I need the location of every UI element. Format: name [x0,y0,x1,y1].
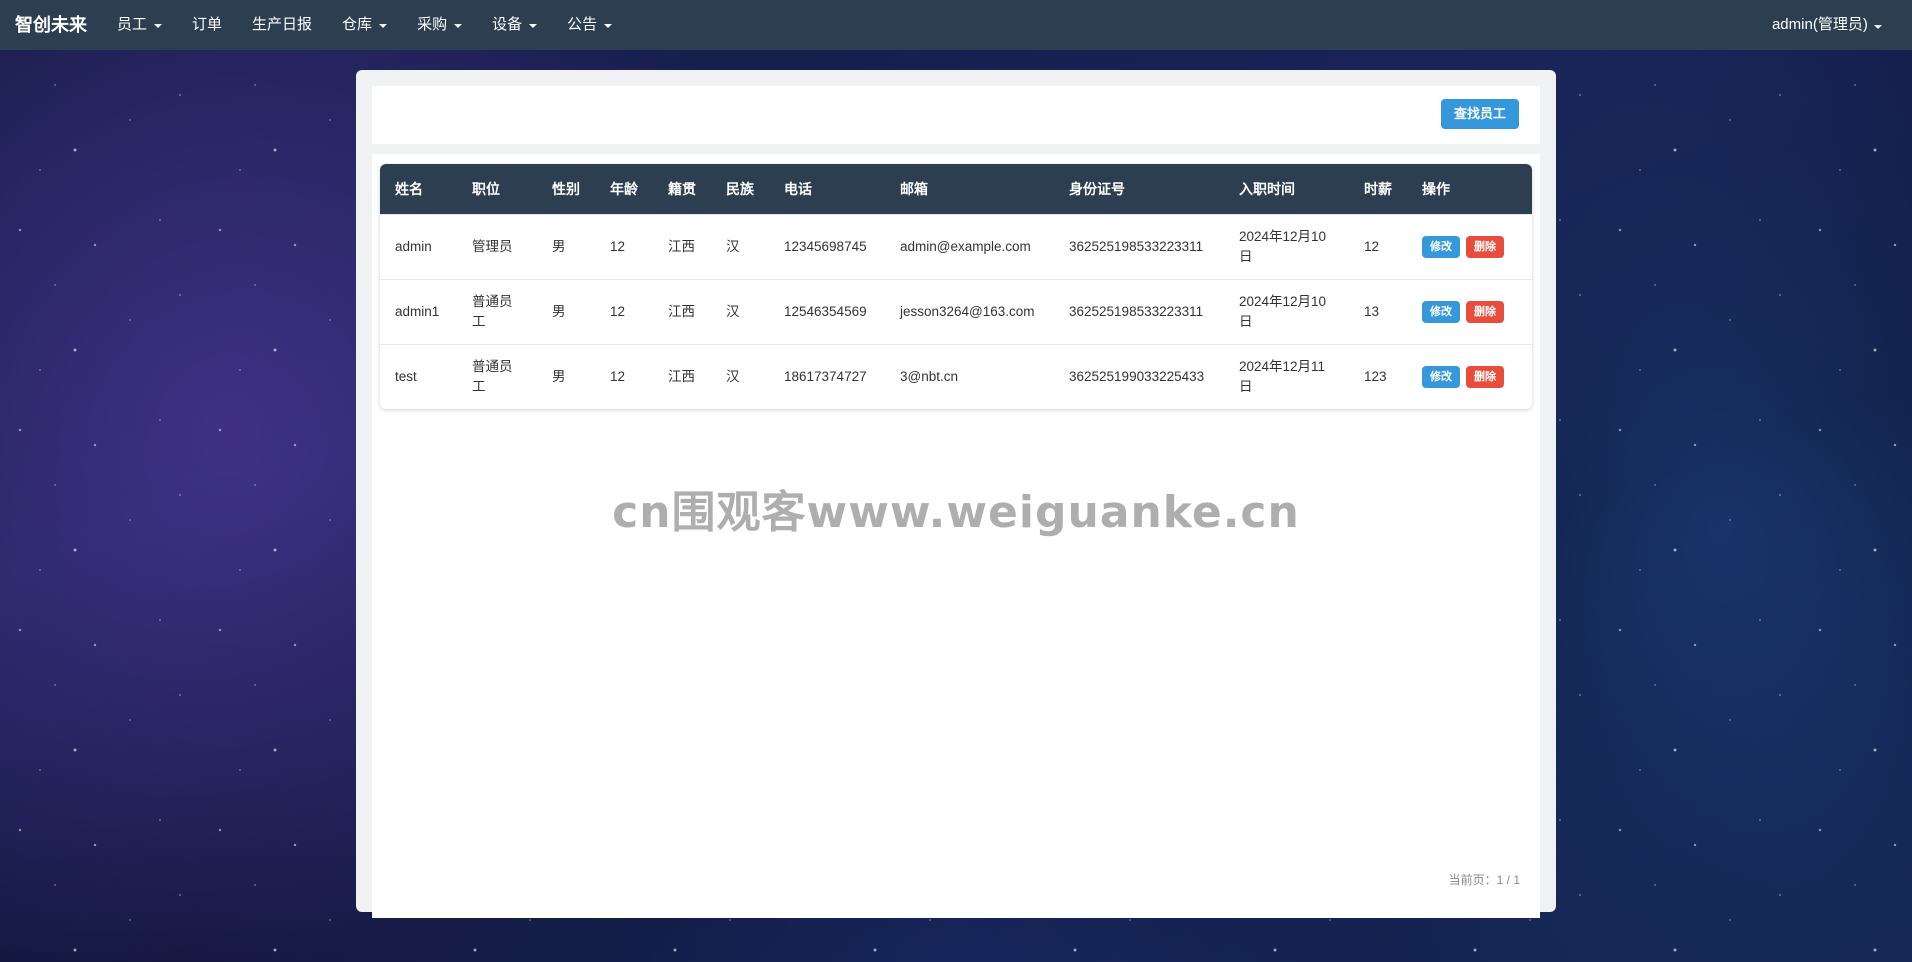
nav-item-label: 设备 [492,16,523,33]
nav-item-label: 订单 [192,16,223,33]
table-row: test 普通员工 男 12 江西 汉 18617374727 3@nbt.cn… [380,343,1532,409]
cell-name: admin1 [380,278,457,344]
cell-gender: 男 [537,343,595,409]
caret-down-icon [604,24,613,28]
header-email: 邮箱 [900,180,928,197]
nav-item-employees[interactable]: 员工 [102,0,177,50]
cell-ethnicity: 汉 [711,278,769,344]
cell-age: 12 [595,278,653,344]
cell-phone: 18617374727 [769,343,885,409]
cell-id-number: 362525199033225433 [1054,343,1224,409]
cell-hire-date: 2024年12月10日 [1224,278,1349,344]
nav-item-label: 生产日报 [252,16,313,33]
header-actions: 操作 [1422,180,1450,197]
cell-actions: 修改 删除 [1407,343,1532,409]
toolbar: 查找员工 [372,86,1540,144]
cell-hire-date: 2024年12月11日 [1224,343,1349,409]
nav-item-label: 员工 [117,16,148,33]
cell-actions: 修改 删除 [1407,213,1532,279]
delete-button[interactable]: 删除 [1466,365,1504,388]
header-hire-date: 入职时间 [1239,180,1295,197]
cell-age: 12 [595,213,653,279]
cell-wage: 123 [1349,343,1407,409]
nav-item-announcements[interactable]: 公告 [552,0,627,50]
nav-item-equipment[interactable]: 设备 [477,0,552,50]
cell-gender: 男 [537,213,595,279]
nav-item-orders[interactable]: 订单 [177,0,237,50]
cell-position: 普通员工 [457,343,537,409]
employee-table-card: 姓名 职位 性别 年龄 籍贯 民族 电话 邮箱 身份证号 入职时间 时薪 操作 [380,164,1532,409]
page-indicator: 当前页：1 / 1 [1448,873,1520,887]
pagination-bar: 当前页：1 / 1 [372,862,1540,898]
nav-item-daily-report[interactable]: 生产日报 [237,0,327,50]
header-position: 职位 [472,180,500,197]
employee-table: 姓名 职位 性别 年龄 籍贯 民族 电话 邮箱 身份证号 入职时间 时薪 操作 [380,164,1532,409]
nav-item-purchase[interactable]: 采购 [402,0,477,50]
edit-button[interactable]: 修改 [1422,300,1460,323]
user-name: admin(管理员) [1771,16,1868,33]
edit-button[interactable]: 修改 [1422,365,1460,388]
header-phone: 电话 [784,180,812,197]
cell-name: test [380,343,457,409]
cell-hire-date: 2024年12月10日 [1224,213,1349,279]
cell-phone: 12546354569 [769,278,885,344]
header-id-number: 身份证号 [1069,180,1125,197]
cell-position: 管理员 [457,213,537,279]
nav-menu: 员工 订单 生产日报 仓库 采购 设备 公告 [102,0,627,50]
cell-gender: 男 [537,278,595,344]
cell-wage: 13 [1349,278,1407,344]
caret-down-icon [454,24,463,28]
caret-down-icon [1874,25,1882,29]
top-navbar: 智创未来 员工 订单 生产日报 仓库 采购 设备 公告 admin(管理员) [0,0,1912,50]
cell-email: jesson3264@163.com [885,278,1054,344]
header-origin: 籍贯 [668,180,696,197]
caret-down-icon [154,24,163,28]
cell-origin: 江西 [653,278,711,344]
delete-button[interactable]: 删除 [1466,300,1504,323]
content-area: 姓名 职位 性别 年龄 籍贯 民族 电话 邮箱 身份证号 入职时间 时薪 操作 [372,154,1540,918]
edit-button[interactable]: 修改 [1422,235,1460,258]
user-menu[interactable]: admin(管理员) [1757,0,1912,50]
cell-actions: 修改 删除 [1407,278,1532,344]
header-wage: 时薪 [1364,180,1392,197]
cell-ethnicity: 汉 [711,213,769,279]
nav-item-warehouse[interactable]: 仓库 [327,0,402,50]
header-age: 年龄 [610,180,638,197]
header-ethnicity: 民族 [726,180,754,197]
cell-name: admin [380,213,457,279]
delete-button[interactable]: 删除 [1466,235,1504,258]
table-header-row: 姓名 职位 性别 年龄 籍贯 民族 电话 邮箱 身份证号 入职时间 时薪 操作 [380,164,1532,214]
header-name: 姓名 [395,180,423,197]
cell-position: 普通员工 [457,278,537,344]
cell-origin: 江西 [653,213,711,279]
nav-item-label: 仓库 [342,16,373,33]
table-row: admin 管理员 男 12 江西 汉 12345698745 admin@ex… [380,213,1532,279]
table-row: admin1 普通员工 男 12 江西 汉 12546354569 jesson… [380,278,1532,344]
watermark-text: cn围观客www.weiguanke.cn [612,487,1300,538]
brand-logo[interactable]: 智创未来 [0,0,102,50]
cell-phone: 12345698745 [769,213,885,279]
cell-origin: 江西 [653,343,711,409]
cell-email: admin@example.com [885,213,1054,279]
cell-wage: 12 [1349,213,1407,279]
cell-age: 12 [595,343,653,409]
header-gender: 性别 [552,180,580,197]
nav-item-label: 公告 [567,16,598,33]
find-employee-button[interactable]: 查找员工 [1440,99,1519,129]
cell-id-number: 362525198533223311 [1054,213,1224,279]
cell-id-number: 362525198533223311 [1054,278,1224,344]
cell-email: 3@nbt.cn [885,343,1054,409]
cell-ethnicity: 汉 [711,343,769,409]
caret-down-icon [379,24,388,28]
caret-down-icon [529,24,538,28]
main-panel: 查找员工 姓名 职位 性别 年龄 籍贯 民族 电话 邮箱 身份证号 入职时间 时… [356,70,1556,918]
nav-item-label: 采购 [417,16,448,33]
